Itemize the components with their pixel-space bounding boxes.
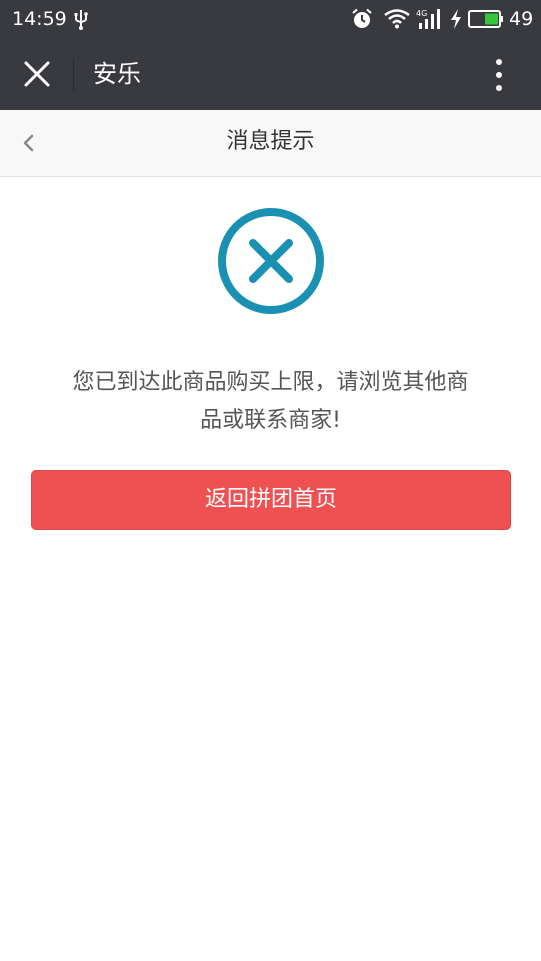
page-nav-bar: 消息提示 [0,110,541,177]
charging-bolt-icon [451,9,461,29]
more-vertical-icon[interactable] [484,54,514,96]
app-bar-divider [73,58,74,92]
alarm-icon [352,8,372,28]
wifi-icon [384,9,410,29]
close-icon[interactable] [16,53,58,95]
battery-level: 49 [509,8,534,30]
screen: 14:59 4G 49 安乐 消息提示 您已到达此商品购买上限，请浏览其他商 品… [0,0,541,961]
app-title: 安乐 [93,60,141,88]
message-line-2: 品或联系商家! [200,408,341,433]
status-time: 14:59 [12,8,67,30]
error-circle-x-icon [218,208,324,314]
page-title: 消息提示 [226,129,315,154]
app-bar: 安乐 [0,38,541,110]
network-type-label: 4G [416,9,427,18]
battery-icon [468,10,503,28]
back-to-group-home-button[interactable]: 返回拼团首页 [31,470,511,530]
usb-icon [74,10,88,30]
limit-reached-message: 您已到达此商品购买上限，请浏览其他商 品或联系商家! [36,364,505,440]
status-bar: 14:59 4G 49 [0,0,541,38]
message-line-1: 您已到达此商品购买上限，请浏览其他商 [72,370,469,395]
signal-icon: 4G [416,9,440,29]
